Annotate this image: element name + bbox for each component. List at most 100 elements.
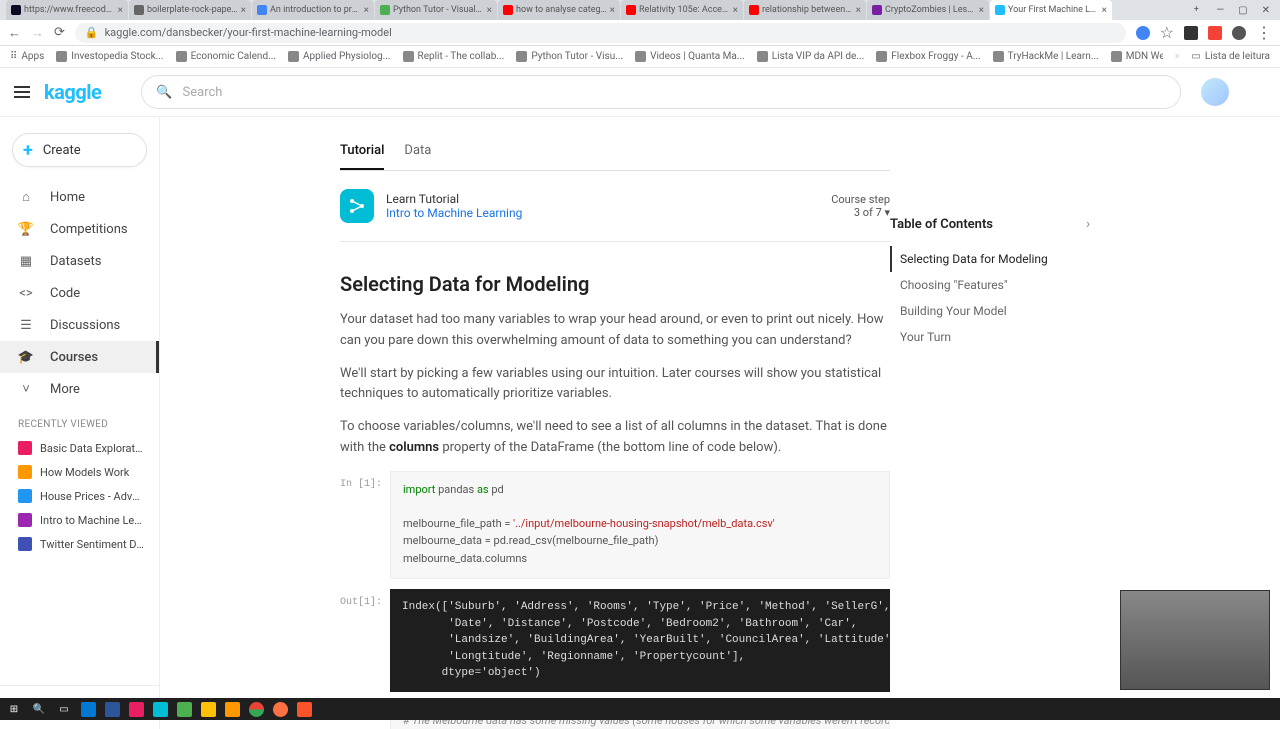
star-icon[interactable]: ☆ <box>1160 23 1174 42</box>
browser-tab[interactable]: Python Tutor - Visualize× <box>375 0 497 20</box>
sidebar-item-competitions[interactable]: 🏆Competitions <box>0 213 159 245</box>
close-tab-icon[interactable]: × <box>487 5 492 16</box>
bookmark-item[interactable]: Replit - The collab... <box>403 51 505 62</box>
forward-button[interactable]: → <box>31 25 44 41</box>
taskbar-app[interactable] <box>81 702 96 717</box>
back-button[interactable]: ← <box>8 25 21 41</box>
avatar[interactable] <box>1201 78 1229 106</box>
taskbar-app[interactable] <box>105 702 120 717</box>
sidebar-item-more[interactable]: ˅More <box>0 373 159 405</box>
menu-icon[interactable] <box>14 86 34 98</box>
create-button[interactable]: + Create <box>12 133 147 167</box>
browser-tab[interactable]: An introduction to proto× <box>252 0 374 20</box>
new-tab-button[interactable]: + <box>1186 5 1206 15</box>
browser-tab[interactable]: Relativity 105e: Acceler× <box>621 0 743 20</box>
maximize-button[interactable]: ▢ <box>1238 5 1247 16</box>
sidebar-item-code[interactable]: <>Code <box>0 277 159 309</box>
bookmark-item[interactable]: MDN Web Docs <box>1111 51 1163 62</box>
close-tab-icon[interactable]: × <box>610 5 615 16</box>
bookmark-item[interactable]: Lista VIP da API de... <box>757 51 865 62</box>
taskbar-app[interactable] <box>201 702 216 717</box>
code-cell-output: Index(['Suburb', 'Address', 'Rooms', 'Ty… <box>390 589 890 692</box>
close-tab-icon[interactable]: × <box>856 5 861 16</box>
minimize-button[interactable]: — <box>1216 5 1224 16</box>
taskbar-app[interactable] <box>129 702 144 717</box>
course-badge-icon <box>340 189 374 223</box>
bookmark-item[interactable]: TryHackMe | Learn... <box>993 51 1099 62</box>
tab-title: relationship between lig <box>762 5 853 15</box>
favicon <box>872 5 882 15</box>
brave-taskbar[interactable] <box>297 702 312 717</box>
nav-label: Home <box>50 190 85 205</box>
toc-item[interactable]: Your Turn <box>890 324 1090 350</box>
bookmark-item[interactable]: Applied Physiolog... <box>288 51 391 62</box>
kaggle-header: kaggle 🔍 Search <box>0 68 1280 117</box>
close-tab-icon[interactable]: × <box>733 5 738 16</box>
bookmark-item[interactable]: Flexbox Froggy - A... <box>876 51 980 62</box>
start-button[interactable]: ⊞ <box>6 701 22 717</box>
reading-list-button[interactable]: ▭Lista de leitura <box>1191 51 1270 62</box>
sidebar-item-datasets[interactable]: ▦Datasets <box>0 245 159 277</box>
tab-title: An introduction to proto <box>270 5 361 15</box>
recent-item[interactable]: House Prices - Advanc... <box>0 484 159 508</box>
close-tab-icon[interactable]: × <box>241 5 246 16</box>
chevron-right-icon[interactable]: › <box>1086 217 1090 232</box>
nav-icon: 🎓 <box>18 350 34 365</box>
toc-item[interactable]: Choosing "Features" <box>890 272 1090 298</box>
bookmark-item[interactable]: Economic Calend... <box>176 51 276 62</box>
nav-label: Discussions <box>50 318 120 333</box>
close-tab-icon[interactable]: × <box>118 5 123 16</box>
firefox-taskbar[interactable] <box>273 702 288 717</box>
nav-icon: 🏆 <box>18 222 34 237</box>
taskbar-app[interactable] <box>225 702 240 717</box>
extension-icon[interactable] <box>1184 26 1198 40</box>
browser-tab[interactable]: https://www.freecodecamp× <box>6 0 128 20</box>
search-button[interactable]: 🔍 <box>31 701 47 717</box>
close-tab-icon[interactable]: × <box>1102 5 1107 16</box>
browser-tab[interactable]: relationship between lig× <box>744 0 866 20</box>
recent-item[interactable]: Basic Data Exploration <box>0 436 159 460</box>
sidebar-item-discussions[interactable]: ☰Discussions <box>0 309 159 341</box>
browser-tab[interactable]: boilerplate-rock-paper-s× <box>129 0 251 20</box>
profile-icon[interactable] <box>1232 26 1246 40</box>
toc-item[interactable]: Selecting Data for Modeling <box>890 246 1090 272</box>
bookmark-item[interactable]: Python Tutor - Visu... <box>516 51 623 62</box>
recent-icon <box>18 489 32 503</box>
recent-item[interactable]: How Models Work <box>0 460 159 484</box>
bookmark-item[interactable]: Investopedia Stock... <box>56 51 163 62</box>
chrome-taskbar[interactable] <box>249 702 264 717</box>
close-tab-icon[interactable]: × <box>979 5 984 16</box>
sidebar-item-home[interactable]: ⌂Home <box>0 181 159 213</box>
search-input[interactable]: 🔍 Search <box>141 75 1181 109</box>
apps-button[interactable]: ⠿Apps <box>10 51 44 62</box>
bookmark-item[interactable]: Videos | Quanta Ma... <box>635 51 745 62</box>
kaggle-logo[interactable]: kaggle <box>44 80 101 104</box>
code-cell-input[interactable]: import pandas as pd melbourne_file_path … <box>390 471 890 580</box>
tab-tutorial[interactable]: Tutorial <box>340 137 384 170</box>
close-tab-icon[interactable]: × <box>364 5 369 16</box>
browser-tab[interactable]: CryptoZombies | Lesson× <box>867 0 989 20</box>
taskbar-app[interactable] <box>177 702 192 717</box>
reload-button[interactable]: ⟳ <box>54 25 65 41</box>
extension-icon[interactable] <box>1136 26 1150 40</box>
tab-data[interactable]: Data <box>404 137 431 170</box>
paragraph: Your dataset had too many variables to w… <box>340 310 890 352</box>
taskbar-app[interactable] <box>153 702 168 717</box>
recent-item[interactable]: Twitter Sentiment Data... <box>0 532 159 556</box>
tab-title: Python Tutor - Visualize <box>393 5 484 15</box>
course-step-dropdown[interactable]: 3 of 7 ▾ <box>831 206 890 219</box>
recent-item[interactable]: Intro to Machine Learni... <box>0 508 159 532</box>
favicon <box>134 5 144 15</box>
close-window-button[interactable]: ✕ <box>1262 5 1270 16</box>
recent-icon <box>18 465 32 479</box>
browser-tab[interactable]: Your First Machine Learn× <box>990 0 1112 20</box>
extension-icon[interactable] <box>1208 26 1222 40</box>
sidebar-item-courses[interactable]: 🎓Courses <box>0 341 159 373</box>
menu-icon[interactable]: ⋮ <box>1256 23 1272 42</box>
browser-tab[interactable]: how to analyse categori× <box>498 0 620 20</box>
address-input[interactable]: 🔒 kaggle.com/dansbecker/your-first-machi… <box>75 23 1126 43</box>
course-title-link[interactable]: Intro to Machine Learning <box>386 206 831 220</box>
toc-item[interactable]: Building Your Model <box>890 298 1090 324</box>
task-view-button[interactable]: ▭ <box>56 701 72 717</box>
paragraph: To choose variables/columns, we'll need … <box>340 417 890 459</box>
